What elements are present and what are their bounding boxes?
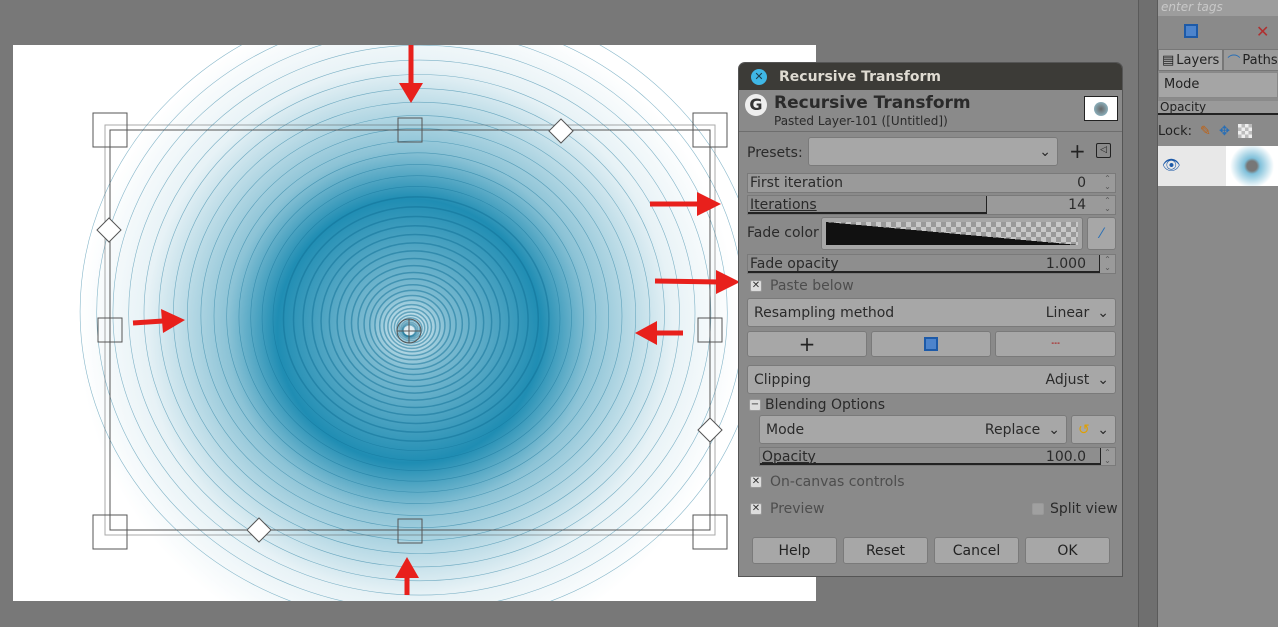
dialog-header: G Recursive Transform Pasted Layer-101 (…	[739, 90, 1122, 132]
tags-input[interactable]: enter tags	[1158, 0, 1278, 16]
fade-opacity-spin[interactable]: Fade opacity 1.000 ⌃ ⌄	[747, 254, 1116, 274]
image-canvas[interactable]	[13, 45, 816, 601]
lock-pixels-icon[interactable]: ✎	[1200, 124, 1211, 139]
composite-icon: ↺	[1078, 421, 1090, 438]
layer-row[interactable]: 👁	[1158, 146, 1278, 186]
delete-icon[interactable]: ✕	[1256, 22, 1269, 41]
dialog-titlebar: ✕ Recursive Transform	[739, 63, 1122, 90]
resampling-combo[interactable]: Resampling method Linear ⌄	[747, 298, 1116, 327]
layers-icon: ▤	[1162, 52, 1175, 68]
clipping-combo[interactable]: Clipping Adjust ⌄	[747, 365, 1116, 394]
split-view-checkbox[interactable]: Split view	[1032, 501, 1118, 517]
tunnel-image	[13, 45, 816, 601]
opacity-spin[interactable]: Opacity 100.0 ⌃ ⌄	[759, 447, 1116, 466]
preview-checkbox[interactable]: ✕ Preview	[750, 501, 825, 517]
close-icon[interactable]: ✕	[751, 68, 767, 85]
blend-mode-combo[interactable]: Mode Replace ⌄	[759, 415, 1067, 444]
arrow-paste-below	[654, 270, 740, 294]
duplicate-icon	[924, 337, 938, 351]
blending-options-expander[interactable]: − Blending Options	[749, 397, 885, 413]
layer-opacity-slider[interactable]: Opacity	[1158, 101, 1278, 115]
composite-mode-combo[interactable]: ↺ ⌄	[1071, 415, 1116, 444]
dock-separator[interactable]	[1138, 0, 1158, 627]
reset-button[interactable]: Reset	[843, 537, 928, 564]
cancel-button[interactable]: Cancel	[934, 537, 1019, 564]
gimp-logo-icon: G	[745, 94, 767, 116]
help-button[interactable]: Help	[752, 537, 837, 564]
paths-icon: ⌒	[1227, 54, 1241, 70]
layer-mode-select[interactable]: Mode	[1158, 72, 1278, 98]
layers-dock: enter tags ✕ ▤Layers ⌒Paths ▬ Mode Opaci…	[1158, 0, 1278, 627]
lock-position-icon[interactable]: ✥	[1219, 124, 1230, 139]
ok-button[interactable]: OK	[1025, 537, 1110, 564]
visibility-eye-icon[interactable]: 👁	[1162, 156, 1181, 174]
add-preset-icon[interactable]: +	[1069, 139, 1086, 163]
first-iteration-spin[interactable]: First iteration 0 ⌃ ⌄	[747, 173, 1116, 193]
chevron-down-icon: ⌄	[1039, 143, 1051, 160]
iterations-spin[interactable]: Iterations 14 ⌃ ⌄	[747, 195, 1116, 215]
add-transform-button[interactable]: +	[747, 331, 867, 357]
recursive-transform-dialog: ✕ Recursive Transform G Recursive Transf…	[738, 62, 1123, 577]
fade-color-button[interactable]	[821, 217, 1083, 250]
duplicate-icon[interactable]	[1184, 24, 1198, 38]
preview-thumbnail	[1084, 96, 1118, 121]
presets-combo[interactable]: ⌄	[808, 137, 1058, 166]
tab-paths[interactable]: ⌒ Paths	[1223, 49, 1278, 71]
duplicate-transform-button[interactable]	[871, 331, 991, 357]
on-canvas-controls-checkbox[interactable]: ✕ On-canvas controls	[750, 474, 905, 490]
lock-row: Lock: ✎ ✥	[1158, 120, 1278, 142]
dock-tabs: ▤Layers ⌒Paths ▬	[1158, 49, 1278, 71]
remove-transform-button[interactable]: ┄	[995, 331, 1116, 357]
preset-menu-icon[interactable]: ◁	[1096, 143, 1111, 158]
layer-thumbnail	[1226, 146, 1278, 186]
lock-alpha-icon[interactable]	[1237, 124, 1252, 138]
tab-layers[interactable]: ▤ Layers	[1158, 49, 1224, 71]
paste-below-checkbox[interactable]: ✕ Paste below	[750, 278, 854, 294]
color-picker-icon[interactable]: ⁄	[1087, 217, 1116, 250]
